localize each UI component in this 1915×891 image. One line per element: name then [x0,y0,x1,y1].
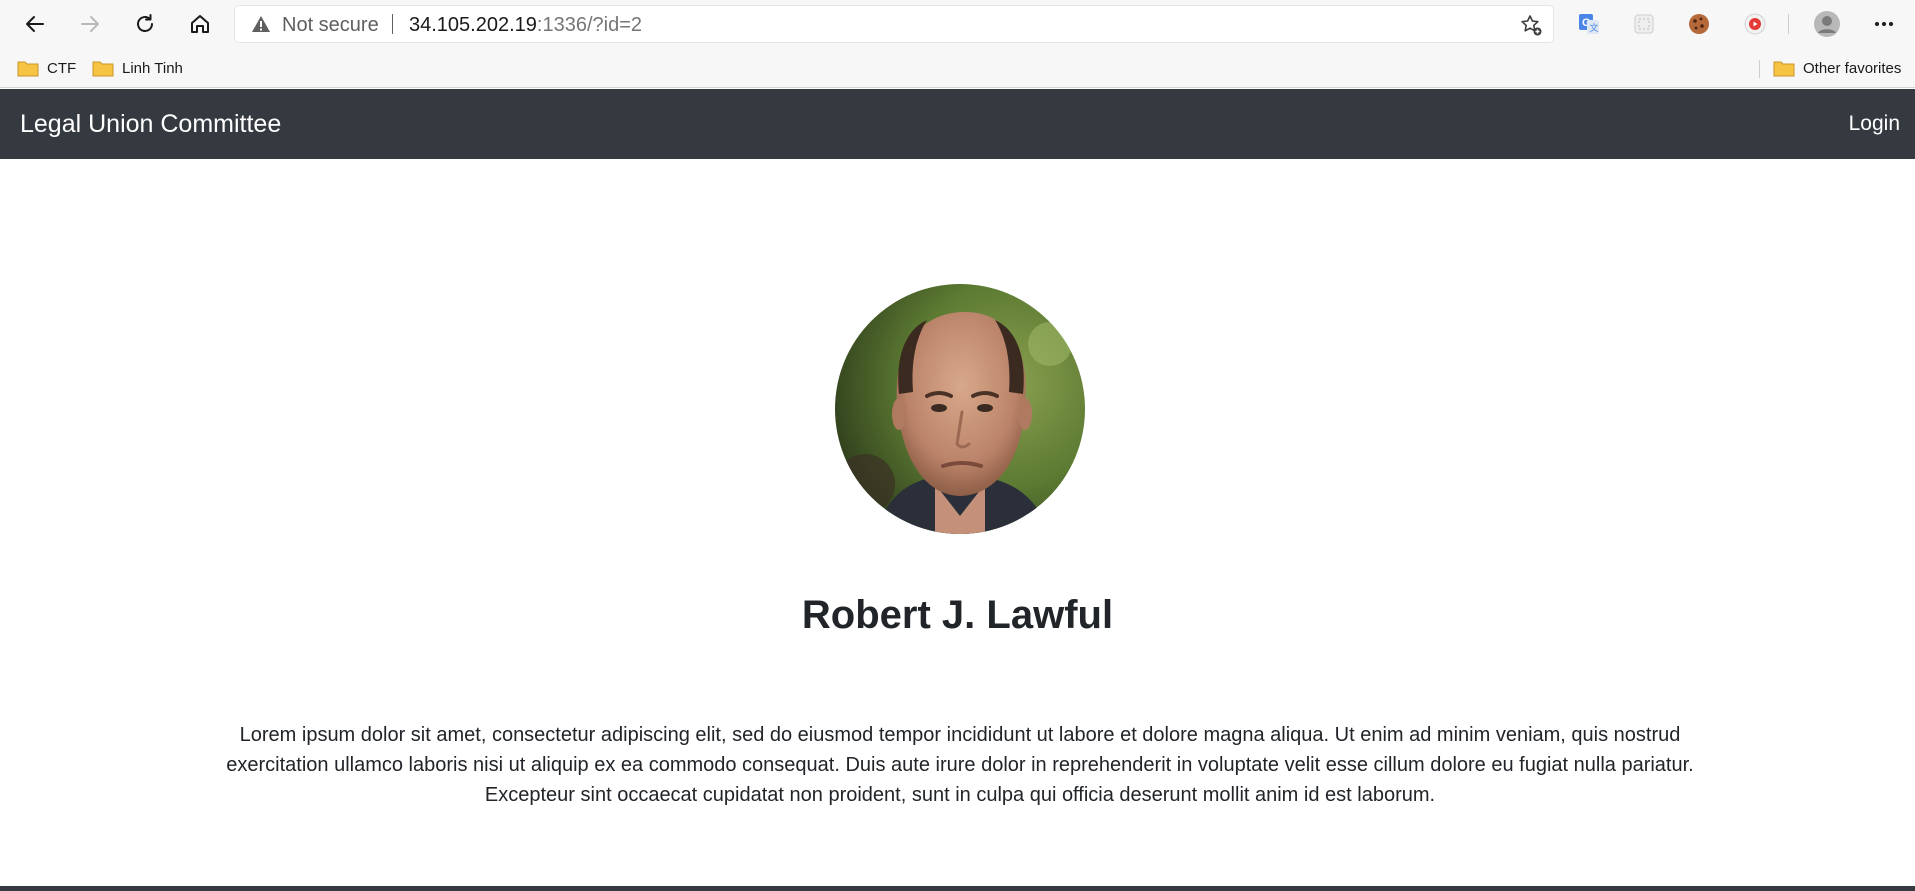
video-extension[interactable] [1741,10,1769,38]
site-navbar: Legal Union Committee Login [0,89,1915,159]
more-horizontal-icon [1875,22,1893,26]
url-path: :1336/?id=2 [536,14,643,36]
back-button[interactable] [17,6,53,42]
other-favorites[interactable]: Other favorites [1773,54,1901,82]
security-status[interactable]: Not secure [282,14,379,37]
arrow-left-icon [26,16,44,32]
home-icon [191,15,209,33]
refresh-button[interactable] [127,6,163,42]
svg-text:文: 文 [1590,22,1599,33]
folder-icon [17,61,39,77]
screenshot-icon [1634,14,1654,34]
refresh-icon [137,14,153,32]
url-host: 34.105.202.19 [409,14,537,36]
other-favorites-label: Other favorites [1803,59,1902,77]
site-brand[interactable]: Legal Union Committee [20,110,281,139]
folder-icon [1773,61,1795,77]
address-bar[interactable]: Not secure 34.105.202.19:1336/?id=2 [235,6,1553,42]
bookmark-label: Linh Tinh [122,59,183,77]
bookmark-ctf[interactable]: CTF [17,54,76,82]
footer-bar [0,886,1915,891]
bookmarks-bar: CTF Linh Tinh Other favorites [0,48,1915,88]
url-text[interactable]: 34.105.202.19:1336/?id=2 [409,14,642,37]
forward-button[interactable] [72,6,108,42]
address-separator [392,14,393,34]
translate-extension[interactable]: G文 [1575,10,1603,38]
folder-icon [92,61,114,77]
warning-icon [252,16,270,32]
browser-toolbar: Not secure 34.105.202.19:1336/?id=2 G文 [0,0,1915,48]
screenshot-extension[interactable] [1630,10,1658,38]
login-link[interactable]: Login [1849,112,1900,136]
cookie-icon [1689,14,1709,34]
profile-photo [835,284,1085,534]
bookmark-label: CTF [47,59,77,77]
profile-name: Robert J. Lawful [801,593,1114,637]
toolbar-divider [1788,14,1789,34]
settings-more-button[interactable] [1870,10,1898,38]
translate-icon: G文 [1579,14,1599,34]
bookmarks-divider [1759,60,1760,78]
add-favorite-icon[interactable] [1519,13,1543,37]
profile-button[interactable] [1813,10,1841,38]
profile-bio: Lorem ipsum dolor sit amet, consectetur … [226,724,1694,806]
bookmark-linh-tinh[interactable]: Linh Tinh [92,54,183,82]
avatar-icon [1814,11,1840,37]
arrow-right-icon [81,16,99,32]
portrait-image [835,284,1085,534]
video-icon [1744,13,1766,35]
home-button[interactable] [182,6,218,42]
cookie-extension[interactable] [1685,10,1713,38]
